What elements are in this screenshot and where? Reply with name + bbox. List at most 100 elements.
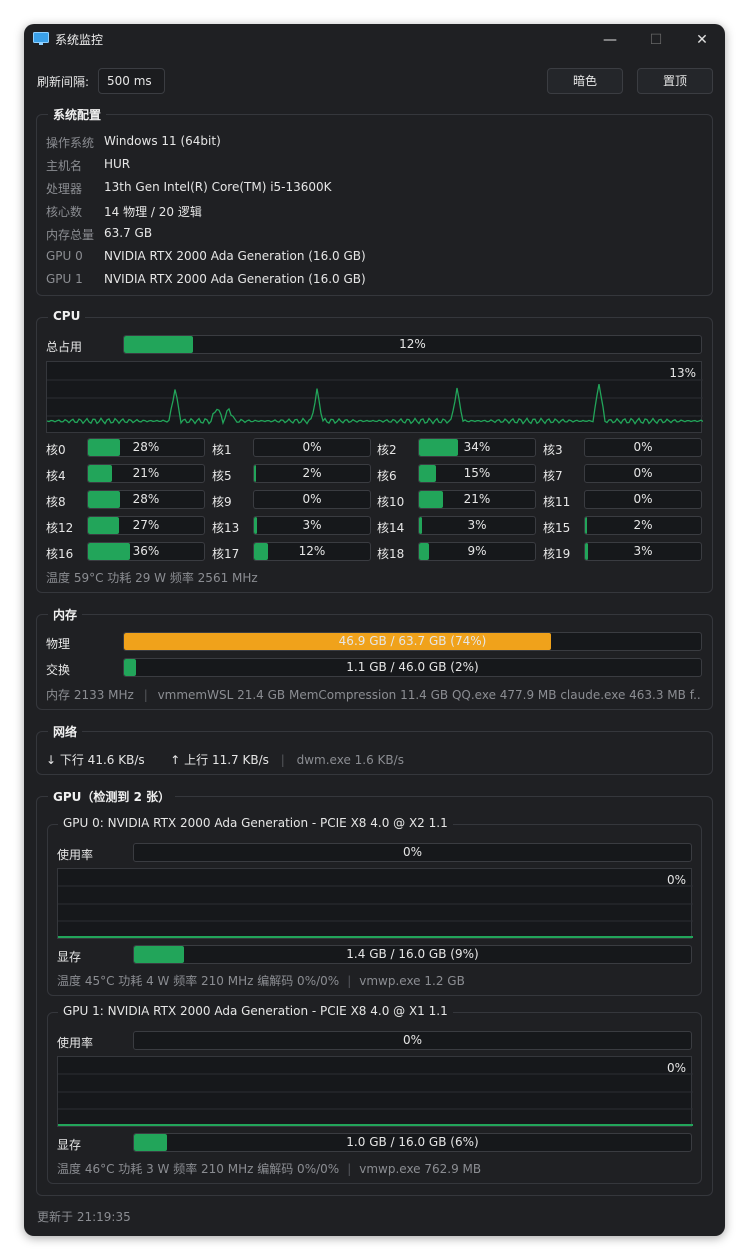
network-top-process: dwm.exe 1.6 KB/s	[296, 753, 404, 767]
gpu-usage-label: 使用率	[57, 1036, 94, 1050]
cpu-core-label: 核12	[46, 521, 74, 535]
pin-top-button[interactable]: 置顶	[637, 68, 713, 94]
minimize-button[interactable]: —	[594, 28, 626, 52]
cpu-core-label: 核5	[212, 469, 232, 483]
cpu-core-label: 核14	[377, 521, 405, 535]
gpu-usage-chart: 0%	[57, 1056, 693, 1127]
cpu-core-text: 36%	[132, 544, 160, 558]
cpu-core-text: 3%	[302, 518, 322, 532]
gpu-title: GPU（检测到 2 张）	[48, 788, 176, 805]
gpu-usage-chart: 0%	[57, 868, 693, 939]
cpu-total-text: 12%	[399, 337, 426, 351]
last-updated: 更新于 21:19:35	[37, 1210, 131, 1224]
cpu-core-bar: 3%	[418, 516, 536, 535]
config-value: HUR	[104, 157, 131, 171]
config-key: GPU 0	[46, 249, 83, 263]
cpu-core-text: 28%	[132, 440, 160, 454]
cpu-core-label: 核6	[377, 469, 397, 483]
memory-physical-bar: 46.9 GB / 63.7 GB (74%)	[123, 632, 702, 651]
gpu-usage-plot	[58, 1073, 693, 1126]
cpu-core-bar: 28%	[87, 438, 205, 457]
cpu-core-text: 28%	[132, 492, 160, 506]
memory-title: 内存	[48, 606, 83, 623]
cpu-core-text: 0%	[302, 492, 322, 506]
cpu-core-text: 2%	[302, 466, 322, 480]
network-upload: ↑ 上行 11.7 KB/s	[170, 753, 269, 767]
cpu-core-label: 核4	[46, 469, 66, 483]
memory-frequency: 内存 2133 MHz	[46, 688, 134, 702]
cpu-title: CPU	[48, 309, 86, 323]
cpu-core-bar: 36%	[87, 542, 205, 561]
network-download: ↓ 下行 41.6 KB/s	[46, 753, 145, 767]
gpu-usage-bar: 0%	[133, 843, 692, 862]
cpu-core-bar: 15%	[418, 464, 536, 483]
config-value: Windows 11 (64bit)	[104, 134, 221, 148]
gpu-top-process: vmwp.exe 1.2 GB	[359, 974, 465, 988]
gpu-status: 温度 45°C 功耗 4 W 频率 210 MHz 编解码 0%/0% | vmwp…	[57, 972, 465, 989]
cpu-core-label: 核1	[212, 443, 232, 457]
cpu-core-label: 核10	[377, 495, 405, 509]
cpu-core-text: 15%	[463, 466, 491, 480]
cpu-core-text: 9%	[467, 544, 487, 558]
cpu-core-bar: 2%	[584, 516, 702, 535]
cpu-core-bar: 12%	[253, 542, 371, 561]
dark-mode-button[interactable]: 暗色	[547, 68, 623, 94]
network-status: ↓ 下行 41.6 KB/s ↑ 上行 11.7 KB/s | dwm.exe …	[46, 751, 404, 768]
cpu-core-bar: 0%	[584, 464, 702, 483]
memory-physical-text: 46.9 GB / 63.7 GB (74%)	[338, 634, 487, 648]
cpu-core-bar: 3%	[584, 542, 702, 561]
gpu-status-separator: |	[347, 1162, 352, 1176]
monitor-app-icon	[33, 32, 49, 45]
cpu-core-bar: 2%	[253, 464, 371, 483]
memory-status-separator: |	[143, 688, 148, 702]
cpu-core-text: 21%	[463, 492, 491, 506]
gpu-vram-bar: 1.0 GB / 16.0 GB (6%)	[133, 1133, 692, 1152]
cpu-core-label: 核9	[212, 495, 232, 509]
refresh-interval-input[interactable]: 500 ms	[98, 68, 165, 94]
memory-status: 内存 2133 MHz | vmmemWSL 21.4 GB MemCompre…	[46, 686, 701, 703]
gpu-usage-text: 0%	[402, 1033, 423, 1047]
cpu-chart-max-label: 13%	[669, 366, 696, 380]
cpu-core-bar: 3%	[253, 516, 371, 535]
cpu-core-text: 12%	[298, 544, 326, 558]
system-config-title: 系统配置	[48, 106, 107, 123]
cpu-core-label: 核13	[212, 521, 240, 535]
cpu-core-label: 核16	[46, 547, 74, 561]
cpu-total-bar: 12%	[123, 335, 702, 354]
network-title: 网络	[48, 723, 83, 740]
cpu-core-text: 21%	[132, 466, 160, 480]
cpu-core-label: 核2	[377, 443, 397, 457]
cpu-core-text: 2%	[633, 518, 653, 532]
cpu-core-text: 0%	[633, 440, 653, 454]
config-key: 处理器	[46, 182, 83, 196]
cpu-core-label: 核8	[46, 495, 66, 509]
cpu-core-bar: 0%	[584, 490, 702, 509]
config-value: NVIDIA RTX 2000 Ada Generation (16.0 GB)	[104, 249, 366, 263]
cpu-core-text: 3%	[467, 518, 487, 532]
cpu-core-text: 0%	[302, 440, 322, 454]
cpu-core-label: 核15	[543, 521, 571, 535]
cpu-core-label: 核18	[377, 547, 405, 561]
cpu-core-bar: 34%	[418, 438, 536, 457]
window-title: 系统监控	[55, 33, 104, 47]
cpu-core-text: 27%	[132, 518, 160, 532]
cpu-core-bar: 9%	[418, 542, 536, 561]
cpu-core-label: 核0	[46, 443, 66, 457]
cpu-core-bar: 0%	[584, 438, 702, 457]
memory-swap-label: 交换	[46, 663, 71, 677]
cpu-core-bar: 0%	[253, 438, 371, 457]
maximize-button[interactable]: ☐	[640, 28, 672, 52]
cpu-core-label: 核17	[212, 547, 240, 561]
gpu-usage-bar: 0%	[133, 1031, 692, 1050]
gpu-status-text: 温度 46°C 功耗 3 W 频率 210 MHz 编解码 0%/0%	[57, 1162, 340, 1176]
title-bar: 系统监控 — ☐ ✕	[24, 24, 725, 56]
gpu-status-separator: |	[347, 974, 352, 988]
close-button[interactable]: ✕	[686, 28, 718, 52]
gpu-status-text: 温度 45°C 功耗 4 W 频率 210 MHz 编解码 0%/0%	[57, 974, 340, 988]
gpu-vram-text: 1.4 GB / 16.0 GB (9%)	[346, 947, 479, 961]
cpu-core-text: 34%	[463, 440, 491, 454]
config-key: 内存总量	[46, 228, 95, 242]
config-key: GPU 1	[46, 272, 83, 286]
memory-physical-label: 物理	[46, 637, 71, 651]
gpu-vram-label: 显存	[57, 1138, 82, 1152]
